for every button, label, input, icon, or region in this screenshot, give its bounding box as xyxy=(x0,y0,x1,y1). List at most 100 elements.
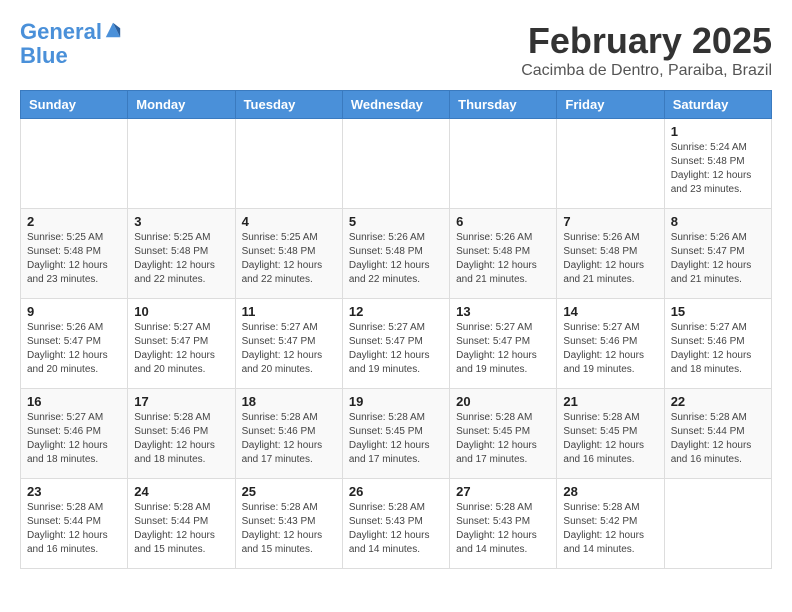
title-section: February 2025 Cacimba de Dentro, Paraiba… xyxy=(521,20,772,80)
day-number: 2 xyxy=(27,214,121,229)
calendar-cell: 14 Sunrise: 5:27 AM Sunset: 5:46 PM Dayli… xyxy=(557,299,664,389)
day-number: 20 xyxy=(456,394,550,409)
calendar-cell: 20 Sunrise: 5:28 AM Sunset: 5:45 PM Dayli… xyxy=(450,389,557,479)
calendar-cell: 23 Sunrise: 5:28 AM Sunset: 5:44 PM Dayli… xyxy=(21,479,128,569)
day-number: 28 xyxy=(563,484,657,499)
calendar-cell: 15 Sunrise: 5:27 AM Sunset: 5:46 PM Dayli… xyxy=(664,299,771,389)
calendar-cell xyxy=(128,119,235,209)
day-number: 12 xyxy=(349,304,443,319)
calendar-cell: 13 Sunrise: 5:27 AM Sunset: 5:47 PM Dayli… xyxy=(450,299,557,389)
calendar-cell: 5 Sunrise: 5:26 AM Sunset: 5:48 PM Daylig… xyxy=(342,209,449,299)
calendar-cell xyxy=(450,119,557,209)
day-info: Sunrise: 5:25 AM Sunset: 5:48 PM Dayligh… xyxy=(242,231,336,287)
day-info: Sunrise: 5:26 AM Sunset: 5:48 PM Dayligh… xyxy=(563,231,657,287)
day-of-week-header: Friday xyxy=(557,91,664,119)
calendar-cell: 11 Sunrise: 5:27 AM Sunset: 5:47 PM Dayli… xyxy=(235,299,342,389)
page-header: General Blue February 2025 Cacimba de De… xyxy=(20,20,772,80)
day-info: Sunrise: 5:26 AM Sunset: 5:48 PM Dayligh… xyxy=(349,231,443,287)
day-info: Sunrise: 5:28 AM Sunset: 5:46 PM Dayligh… xyxy=(242,411,336,467)
day-number: 15 xyxy=(671,304,765,319)
day-info: Sunrise: 5:28 AM Sunset: 5:43 PM Dayligh… xyxy=(242,501,336,557)
day-info: Sunrise: 5:24 AM Sunset: 5:48 PM Dayligh… xyxy=(671,141,765,197)
day-number: 26 xyxy=(349,484,443,499)
calendar-cell: 4 Sunrise: 5:25 AM Sunset: 5:48 PM Daylig… xyxy=(235,209,342,299)
day-info: Sunrise: 5:27 AM Sunset: 5:47 PM Dayligh… xyxy=(134,321,228,377)
calendar-cell xyxy=(235,119,342,209)
day-number: 23 xyxy=(27,484,121,499)
calendar-cell: 19Sunrise: 5:28 AM Sunset: 5:45 PM Dayli… xyxy=(342,389,449,479)
calendar-cell: 27 Sunrise: 5:28 AM Sunset: 5:43 PM Dayli… xyxy=(450,479,557,569)
day-number: 7 xyxy=(563,214,657,229)
calendar-cell: 1 Sunrise: 5:24 AM Sunset: 5:48 PM Daylig… xyxy=(664,119,771,209)
day-number: 4 xyxy=(242,214,336,229)
day-of-week-header: Monday xyxy=(128,91,235,119)
day-info: Sunrise: 5:28 AM Sunset: 5:45 PM Dayligh… xyxy=(563,411,657,467)
day-of-week-header: Saturday xyxy=(664,91,771,119)
calendar-cell: 8 Sunrise: 5:26 AM Sunset: 5:47 PM Daylig… xyxy=(664,209,771,299)
calendar-cell: 9 Sunrise: 5:26 AM Sunset: 5:47 PM Daylig… xyxy=(21,299,128,389)
day-info: Sunrise: 5:27 AM Sunset: 5:47 PM Dayligh… xyxy=(242,321,336,377)
calendar-cell: 7 Sunrise: 5:26 AM Sunset: 5:48 PM Daylig… xyxy=(557,209,664,299)
day-info: Sunrise: 5:27 AM Sunset: 5:46 PM Dayligh… xyxy=(563,321,657,377)
day-number: 11 xyxy=(242,304,336,319)
location-title: Cacimba de Dentro, Paraiba, Brazil xyxy=(521,62,772,80)
day-number: 13 xyxy=(456,304,550,319)
day-of-week-header: Wednesday xyxy=(342,91,449,119)
day-number: 24 xyxy=(134,484,228,499)
day-number: 8 xyxy=(671,214,765,229)
day-info: Sunrise: 5:25 AM Sunset: 5:48 PM Dayligh… xyxy=(27,231,121,287)
calendar-cell: 26 Sunrise: 5:28 AM Sunset: 5:43 PM Dayli… xyxy=(342,479,449,569)
calendar-cell xyxy=(557,119,664,209)
day-number: 5 xyxy=(349,214,443,229)
day-info: Sunrise: 5:27 AM Sunset: 5:46 PM Dayligh… xyxy=(671,321,765,377)
day-info: Sunrise: 5:28 AM Sunset: 5:44 PM Dayligh… xyxy=(671,411,765,467)
month-title: February 2025 xyxy=(521,20,772,62)
day-info: Sunrise: 5:28 AM Sunset: 5:42 PM Dayligh… xyxy=(563,501,657,557)
day-info: Sunrise: 5:28 AM Sunset: 5:44 PM Dayligh… xyxy=(27,501,121,557)
calendar-cell: 12 Sunrise: 5:27 AM Sunset: 5:47 PM Dayli… xyxy=(342,299,449,389)
day-info: Sunrise: 5:26 AM Sunset: 5:47 PM Dayligh… xyxy=(671,231,765,287)
day-number: 10 xyxy=(134,304,228,319)
day-number: 9 xyxy=(27,304,121,319)
calendar-cell: 18 Sunrise: 5:28 AM Sunset: 5:46 PM Dayli… xyxy=(235,389,342,479)
calendar-cell: 28 Sunrise: 5:28 AM Sunset: 5:42 PM Dayli… xyxy=(557,479,664,569)
calendar-cell: 3Sunrise: 5:25 AM Sunset: 5:48 PM Daylig… xyxy=(128,209,235,299)
day-number: 14 xyxy=(563,304,657,319)
day-info: Sunrise: 5:28 AM Sunset: 5:45 PM Dayligh… xyxy=(456,411,550,467)
calendar-cell: 2 Sunrise: 5:25 AM Sunset: 5:48 PM Daylig… xyxy=(21,209,128,299)
calendar-cell: 6Sunrise: 5:26 AM Sunset: 5:48 PM Daylig… xyxy=(450,209,557,299)
day-number: 16 xyxy=(27,394,121,409)
day-info: Sunrise: 5:28 AM Sunset: 5:44 PM Dayligh… xyxy=(134,501,228,557)
day-info: Sunrise: 5:28 AM Sunset: 5:45 PM Dayligh… xyxy=(349,411,443,467)
day-number: 27 xyxy=(456,484,550,499)
day-number: 17 xyxy=(134,394,228,409)
day-of-week-header: Sunday xyxy=(21,91,128,119)
day-info: Sunrise: 5:28 AM Sunset: 5:46 PM Dayligh… xyxy=(134,411,228,467)
day-info: Sunrise: 5:27 AM Sunset: 5:47 PM Dayligh… xyxy=(456,321,550,377)
calendar-cell: 21 Sunrise: 5:28 AM Sunset: 5:45 PM Dayli… xyxy=(557,389,664,479)
calendar-cell xyxy=(21,119,128,209)
day-info: Sunrise: 5:26 AM Sunset: 5:47 PM Dayligh… xyxy=(27,321,121,377)
logo-blue-text: Blue xyxy=(20,44,122,68)
logo-icon xyxy=(104,21,122,39)
day-info: Sunrise: 5:28 AM Sunset: 5:43 PM Dayligh… xyxy=(456,501,550,557)
day-of-week-header: Tuesday xyxy=(235,91,342,119)
logo-text: General xyxy=(20,20,102,44)
day-info: Sunrise: 5:27 AM Sunset: 5:47 PM Dayligh… xyxy=(349,321,443,377)
calendar-cell: 24 Sunrise: 5:28 AM Sunset: 5:44 PM Dayli… xyxy=(128,479,235,569)
day-number: 1 xyxy=(671,124,765,139)
calendar-table: SundayMondayTuesdayWednesdayThursdayFrid… xyxy=(20,90,772,569)
day-number: 25 xyxy=(242,484,336,499)
day-info: Sunrise: 5:25 AM Sunset: 5:48 PM Dayligh… xyxy=(134,231,228,287)
logo: General Blue xyxy=(20,20,122,68)
day-of-week-header: Thursday xyxy=(450,91,557,119)
day-info: Sunrise: 5:28 AM Sunset: 5:43 PM Dayligh… xyxy=(349,501,443,557)
calendar-cell: 25 Sunrise: 5:28 AM Sunset: 5:43 PM Dayli… xyxy=(235,479,342,569)
day-number: 22 xyxy=(671,394,765,409)
day-number: 18 xyxy=(242,394,336,409)
calendar-cell: 22 Sunrise: 5:28 AM Sunset: 5:44 PM Dayli… xyxy=(664,389,771,479)
calendar-cell xyxy=(342,119,449,209)
day-number: 6 xyxy=(456,214,550,229)
day-info: Sunrise: 5:27 AM Sunset: 5:46 PM Dayligh… xyxy=(27,411,121,467)
day-number: 21 xyxy=(563,394,657,409)
